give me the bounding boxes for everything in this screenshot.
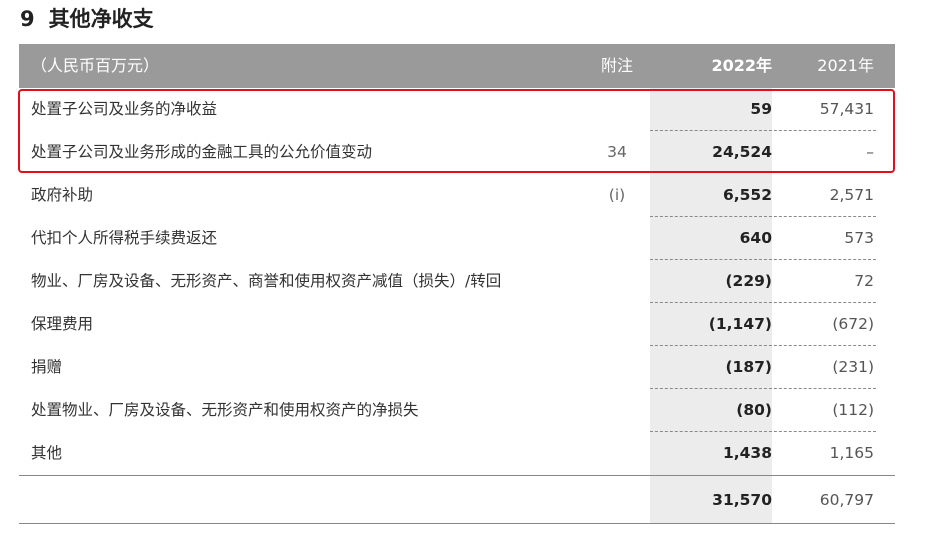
total-2022: 31,570 (712, 491, 772, 509)
header-note: 附注 (600, 56, 633, 75)
row-value-2021: 573 (844, 229, 874, 247)
section-title: 9 其他净收支 (20, 4, 154, 34)
table-row: 保理费用 (1,147) (672) (19, 303, 895, 346)
header-unit-label: （人民币百万元） (31, 56, 160, 75)
row-value-2022: 640 (739, 229, 772, 247)
highlight-box (18, 89, 895, 173)
table-row: 政府补助 (i) 6,552 2,571 (19, 174, 895, 217)
header-2021: 2021年 (817, 56, 874, 75)
table-row: 其他 1,438 1,165 (19, 432, 895, 475)
row-value-2022: 1,438 (722, 444, 772, 462)
row-value-2022: (229) (725, 272, 772, 290)
table-row: 代扣个人所得税手续费返还 640 573 (19, 217, 895, 260)
row-value-2021: (112) (832, 401, 874, 419)
row-label: 处置物业、厂房及设备、无形资产和使用权资产的净损失 (31, 401, 419, 419)
table-row: 处置物业、厂房及设备、无形资产和使用权资产的净损失 (80) (112) (19, 389, 895, 432)
total-2021: 60,797 (819, 491, 874, 509)
section-title-text: 其他净收支 (48, 7, 154, 31)
row-value-2022: (80) (736, 401, 772, 419)
total-row: 31,570 60,797 (19, 475, 895, 524)
table-header: （人民币百万元） 附注 2022年 2021年 (19, 44, 895, 88)
section-number: 9 (20, 7, 35, 31)
row-label: 物业、厂房及设备、无形资产、商誉和使用权资产减值（损失）/转回 (31, 272, 502, 290)
table-row: 捐赠 (187) (231) (19, 346, 895, 389)
row-label: 其他 (31, 444, 63, 462)
row-label: 政府补助 (31, 186, 94, 204)
row-value-2021: 1,165 (829, 444, 874, 462)
row-value-2022: (187) (725, 358, 772, 376)
header-2022: 2022年 (711, 56, 772, 75)
row-value-2022: (1,147) (708, 315, 772, 333)
row-value-2021: 72 (854, 272, 874, 290)
row-label: 保理费用 (31, 315, 94, 333)
table-row: 物业、厂房及设备、无形资产、商誉和使用权资产减值（损失）/转回 (229) 72 (19, 260, 895, 303)
row-value-2022: 6,552 (722, 186, 772, 204)
row-label: 代扣个人所得税手续费返还 (31, 229, 218, 247)
row-value-2021: 2,571 (829, 186, 874, 204)
row-label: 捐赠 (31, 358, 63, 376)
row-value-2021: (231) (832, 358, 874, 376)
row-value-2021: (672) (832, 315, 874, 333)
row-note: (i) (608, 186, 626, 204)
